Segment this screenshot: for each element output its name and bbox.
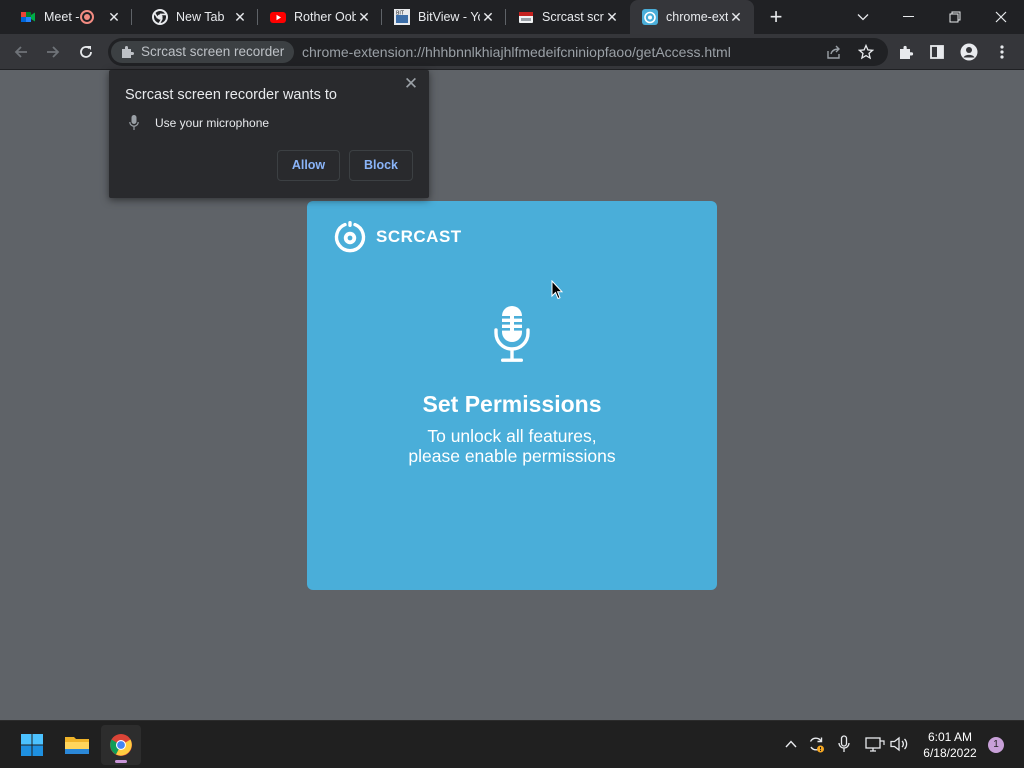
chrome-menu-button[interactable] (990, 40, 1014, 64)
permission-prompt: Scrcast screen recorder wants to ✕ Use y… (109, 70, 429, 198)
minimize-button[interactable] (886, 0, 932, 34)
windows-logo-icon (21, 734, 43, 756)
tab-close-icon[interactable]: ✕ (232, 9, 248, 25)
sync-warning-icon (809, 737, 824, 753)
microphone-icon (838, 735, 850, 752)
network-icon (865, 737, 885, 752)
tab-youtube[interactable]: Rother Oob ✕ (258, 0, 382, 34)
tab-title: Scrcast scre (542, 10, 604, 24)
tab-bitview[interactable]: BIT BitView - Yo ✕ (382, 0, 506, 34)
restore-icon (949, 11, 961, 23)
tab-chrome-extension[interactable]: chrome-ext ✕ (630, 0, 754, 34)
profile-button[interactable] (957, 40, 981, 64)
tab-new-tab[interactable]: New Tab ✕ (132, 0, 258, 34)
chrome-icon (152, 9, 168, 25)
active-app-indicator (115, 760, 127, 763)
prompt-title: Scrcast screen recorder wants to (125, 87, 337, 103)
mouse-cursor-icon (551, 280, 563, 300)
reload-icon (80, 46, 92, 58)
tab-title: Meet - (44, 10, 80, 24)
arrow-left-icon (14, 46, 27, 58)
bitview-icon: BIT (394, 9, 410, 25)
speaker-icon (890, 736, 908, 752)
start-button[interactable] (12, 725, 52, 765)
clock-time: 6:01 AM (927, 730, 973, 744)
tab-close-icon[interactable]: ✕ (356, 9, 372, 25)
allow-button[interactable]: Allow (277, 150, 340, 181)
browser-toolbar: Scrcast screen recorder chrome-extension… (0, 34, 1024, 70)
permission-item-microphone: Use your microphone (155, 116, 270, 130)
sync-status-button[interactable] (805, 733, 827, 755)
tab-title: BitView - Yo (418, 10, 480, 24)
side-panel-button[interactable] (925, 40, 949, 64)
recording-dot-icon (80, 10, 94, 24)
tab-close-icon[interactable]: ✕ (480, 9, 496, 25)
youtube-icon (270, 9, 286, 25)
share-button[interactable] (822, 40, 846, 64)
block-button[interactable]: Block (349, 150, 413, 181)
tab-strip: Meet - ✕ New Tab ✕ Rother Oob ✕ BIT BitV… (0, 0, 1024, 34)
chrome-taskbar-button[interactable] (101, 725, 141, 765)
puzzle-icon (900, 45, 914, 59)
volume-button[interactable] (889, 733, 911, 755)
tab-search-button[interactable] (840, 0, 886, 34)
scrcast-page-icon (518, 9, 534, 25)
close-window-button[interactable] (978, 0, 1024, 34)
chip-label: Scrcast screen recorder (141, 44, 285, 59)
address-bar[interactable]: Scrcast screen recorder chrome-extension… (108, 38, 888, 66)
tab-title: Rother Oob (294, 10, 356, 24)
scrcast-logo-icon (334, 221, 366, 253)
scrcast-icon (642, 9, 658, 25)
extensions-button[interactable] (894, 40, 918, 64)
chevron-down-icon (857, 14, 869, 21)
tab-title: New Tab (176, 10, 225, 24)
scrcast-permission-card: SCRCAST Set Permissions To unlock all fe… (307, 201, 717, 590)
notification-badge[interactable]: 1 (988, 737, 1004, 753)
tab-close-icon[interactable]: ✕ (604, 9, 620, 25)
restore-button[interactable] (932, 0, 978, 34)
system-clock[interactable]: 6:01 AM 6/18/2022 (914, 729, 986, 761)
star-icon (858, 44, 874, 60)
svg-text:BIT: BIT (396, 11, 405, 17)
arrow-right-icon (47, 46, 60, 58)
google-meet-icon (20, 9, 36, 25)
tab-close-icon[interactable]: ✕ (106, 9, 122, 25)
show-hidden-icons-button[interactable] (780, 733, 802, 755)
forward-button[interactable] (41, 40, 65, 64)
windows-taskbar: 6:01 AM 6/18/2022 1 (0, 720, 1024, 768)
file-explorer-button[interactable] (57, 725, 97, 765)
profile-icon (960, 43, 978, 61)
prompt-close-icon[interactable]: ✕ (403, 75, 419, 92)
puzzle-icon (122, 46, 134, 58)
clock-date: 6/18/2022 (923, 746, 977, 760)
close-icon (995, 11, 1007, 23)
share-icon (827, 45, 840, 59)
microphone-icon (129, 115, 139, 130)
reload-button[interactable] (74, 40, 98, 64)
tab-meet[interactable]: Meet - ✕ (0, 0, 132, 34)
bookmark-button[interactable] (854, 40, 878, 64)
back-button[interactable] (9, 40, 33, 64)
scrcast-logo-text: SCRCAST (376, 227, 462, 246)
tab-scrcast[interactable]: Scrcast scre ✕ (506, 0, 630, 34)
tab-title: chrome-ext (666, 10, 728, 24)
tab-close-icon[interactable]: ✕ (728, 9, 744, 25)
side-panel-icon (930, 45, 944, 59)
minimize-icon (903, 16, 914, 17)
card-body-text: To unlock all features, please enable pe… (408, 426, 616, 466)
extension-site-chip[interactable]: Scrcast screen recorder (111, 41, 295, 63)
chevron-up-icon (785, 740, 797, 748)
folder-icon (65, 737, 89, 754)
new-tab-button[interactable]: + (766, 6, 786, 28)
url-text: chrome-extension://hhhbnnlkhiajhlfmedeif… (302, 44, 731, 60)
microphone-in-use-button[interactable] (833, 733, 855, 755)
microphone-icon (494, 306, 530, 362)
network-button[interactable] (864, 733, 886, 755)
card-heading: Set Permissions (422, 391, 602, 417)
chrome-icon (110, 734, 132, 756)
more-vert-icon (1000, 45, 1004, 59)
